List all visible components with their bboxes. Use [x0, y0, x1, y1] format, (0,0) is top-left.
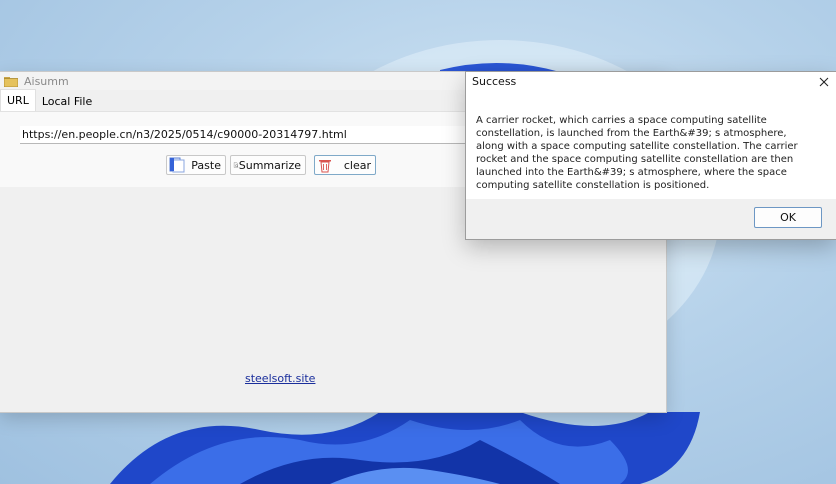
dialog-title: Success — [472, 75, 517, 88]
folder-icon — [4, 76, 18, 87]
dialog-message: A carrier rocket, which carries a space … — [476, 115, 798, 191]
app-title: Aisumm — [24, 74, 69, 88]
tab-url[interactable]: URL — [0, 89, 36, 111]
dialog-footer: OK — [466, 199, 836, 239]
paste-label: Paste — [191, 158, 221, 172]
paste-icon — [169, 157, 185, 173]
dialog-titlebar: Success — [466, 72, 836, 91]
summarize-button[interactable]: Summarize — [230, 155, 306, 175]
steelsoft-link[interactable]: steelsoft.site — [245, 372, 315, 385]
tab-local-file[interactable]: Local File — [36, 92, 98, 111]
ok-button[interactable]: OK — [754, 207, 822, 228]
close-icon — [819, 77, 829, 86]
clear-label: clear — [343, 158, 371, 172]
paste-button[interactable]: Paste — [166, 155, 226, 175]
summarize-label: Summarize — [238, 158, 301, 172]
clear-button[interactable]: clear — [314, 155, 376, 175]
trash-icon — [319, 160, 331, 173]
dialog-close-button[interactable] — [812, 72, 836, 91]
success-dialog: Success A carrier rocket, which carries … — [466, 72, 836, 239]
url-input[interactable]: https://en.people.cn/n3/2025/0514/c90000… — [20, 126, 468, 144]
